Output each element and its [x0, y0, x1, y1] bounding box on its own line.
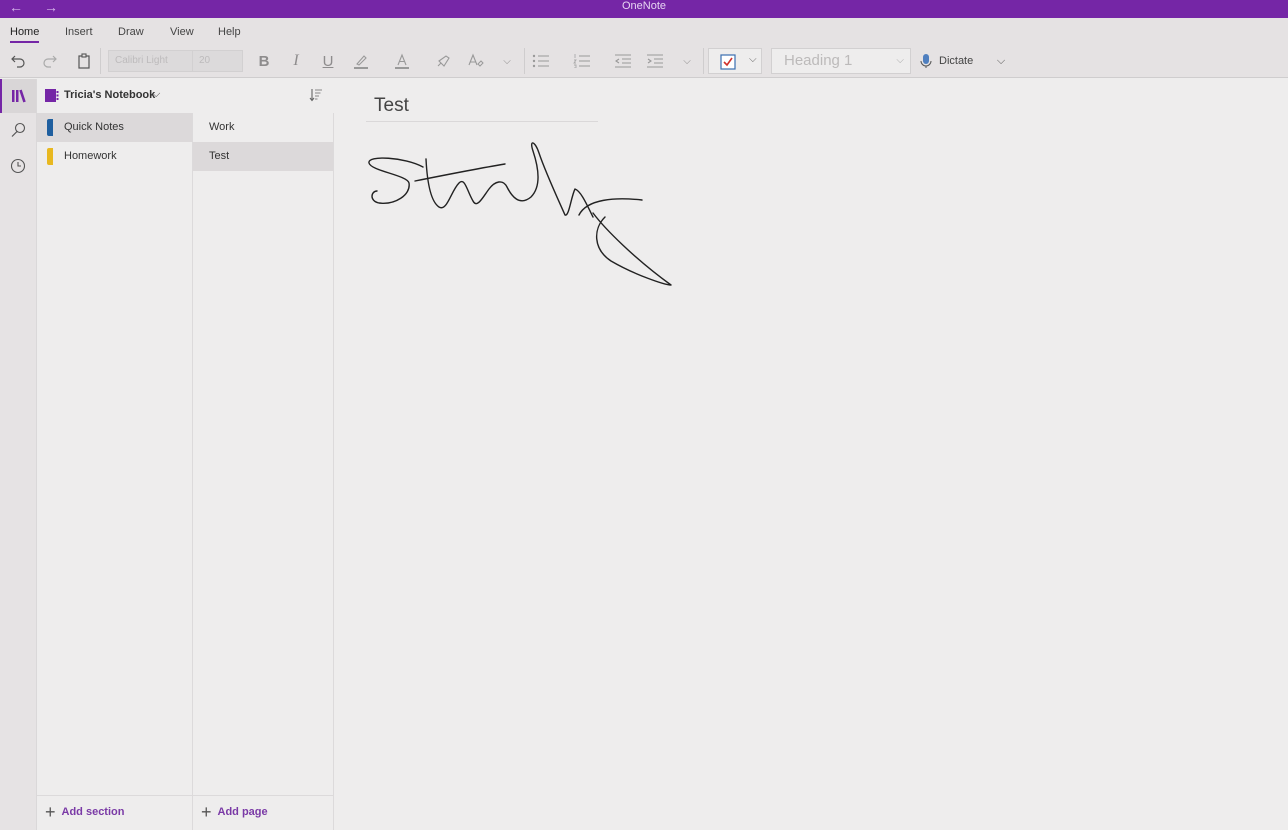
section-color-tab [47, 119, 53, 136]
tab-insert[interactable]: Insert [65, 26, 93, 38]
tab-home[interactable]: Home [10, 26, 40, 43]
notebook-header: Tricia's Notebook ⌵ [37, 79, 334, 113]
undo-icon[interactable] [8, 50, 28, 72]
sections-footer: + Add section [37, 795, 193, 830]
font-color-icon[interactable] [391, 50, 413, 72]
tab-draw[interactable]: Draw [118, 26, 144, 38]
chevron-down-icon[interactable]: ⌵ [679, 50, 695, 72]
chevron-down-icon: ⌵ [896, 55, 904, 66]
add-section-button[interactable]: + Add section [45, 802, 125, 822]
pages-list: Work Test [193, 113, 334, 795]
chevron-down-icon[interactable]: ⌵ [749, 54, 757, 65]
chevron-down-icon[interactable]: ⌵ [152, 88, 160, 101]
clock-icon [10, 158, 26, 174]
page-canvas[interactable]: Test [335, 79, 1288, 830]
add-section-label: Add section [61, 806, 125, 818]
dictate-label: Dictate [939, 55, 974, 67]
plus-icon: + [201, 802, 212, 822]
toolbar-divider [100, 48, 101, 74]
clear-formatting-icon[interactable] [465, 50, 487, 72]
tab-view[interactable]: View [170, 26, 194, 38]
chevron-down-icon[interactable]: ⌵ [993, 50, 1009, 72]
font-size-field[interactable]: 20 [193, 51, 210, 71]
search-icon [11, 122, 26, 137]
style-value: Heading 1 [784, 52, 853, 69]
add-page-label: Add page [217, 806, 268, 818]
redo-icon[interactable] [40, 50, 60, 72]
ink-drawing[interactable] [335, 79, 735, 319]
style-selector[interactable]: Heading 1 ⌵ [771, 48, 911, 74]
section-item[interactable]: Homework [37, 142, 192, 171]
ribbon-toolbar: Calibri Light 20 B I U ⌵ ⌵ ⌵ Heading 1 ⌵… [0, 46, 1288, 76]
format-painter-icon[interactable] [433, 50, 455, 72]
chevron-down-icon[interactable]: ⌵ [499, 50, 515, 72]
ink-stroke-y-loop [578, 198, 672, 286]
decrease-indent-icon[interactable] [612, 50, 634, 72]
section-label: Homework [64, 150, 117, 162]
page-label: Work [209, 121, 235, 133]
section-item[interactable]: Quick Notes [37, 113, 192, 142]
microphone-icon [920, 54, 932, 68]
numbered-list-icon[interactable] [571, 50, 593, 72]
bullet-list-icon[interactable] [530, 50, 552, 72]
section-label: Quick Notes [64, 121, 124, 133]
notebook-name[interactable]: Tricia's Notebook [64, 89, 155, 101]
checkbox-tag-icon [720, 54, 736, 70]
library-icon [12, 89, 26, 103]
pages-footer: + Add page [193, 795, 334, 830]
italic-icon[interactable]: I [286, 50, 306, 72]
tab-help[interactable]: Help [218, 26, 241, 38]
notebooks-button[interactable] [0, 79, 36, 113]
section-color-tab [47, 148, 53, 165]
title-bar: ← → OneNote [0, 0, 1288, 18]
page-item[interactable]: Test [193, 142, 333, 171]
ink-stroke-body [425, 142, 594, 218]
recent-notes-button[interactable] [0, 149, 36, 183]
toolbar-divider [703, 48, 704, 74]
navigation-rail [0, 79, 37, 830]
sort-icon[interactable] [309, 88, 323, 102]
dictate-button[interactable]: Dictate [920, 50, 980, 72]
clipboard-icon[interactable] [74, 50, 94, 72]
highlighter-icon[interactable] [350, 50, 372, 72]
page-item[interactable]: Work [193, 113, 333, 142]
page-label: Test [209, 150, 230, 162]
plus-icon: + [45, 802, 56, 822]
increase-indent-icon[interactable] [644, 50, 666, 72]
font-selector[interactable]: Calibri Light 20 [108, 50, 243, 72]
bold-icon[interactable]: B [254, 50, 274, 72]
todo-tag-button[interactable]: ⌵ [708, 48, 762, 74]
notebook-icon [45, 89, 59, 102]
toolbar-divider [524, 48, 525, 74]
underline-icon[interactable]: U [318, 50, 338, 72]
font-name-field[interactable]: Calibri Light [109, 51, 193, 71]
search-button[interactable] [0, 113, 36, 147]
ink-stroke-t-cross [414, 163, 506, 182]
sections-list: Quick Notes Homework [37, 113, 193, 795]
ribbon: Home Insert Draw View Help Calibri Light… [0, 18, 1288, 78]
add-page-button[interactable]: + Add page [201, 802, 268, 822]
app-title: OneNote [621, 0, 667, 12]
